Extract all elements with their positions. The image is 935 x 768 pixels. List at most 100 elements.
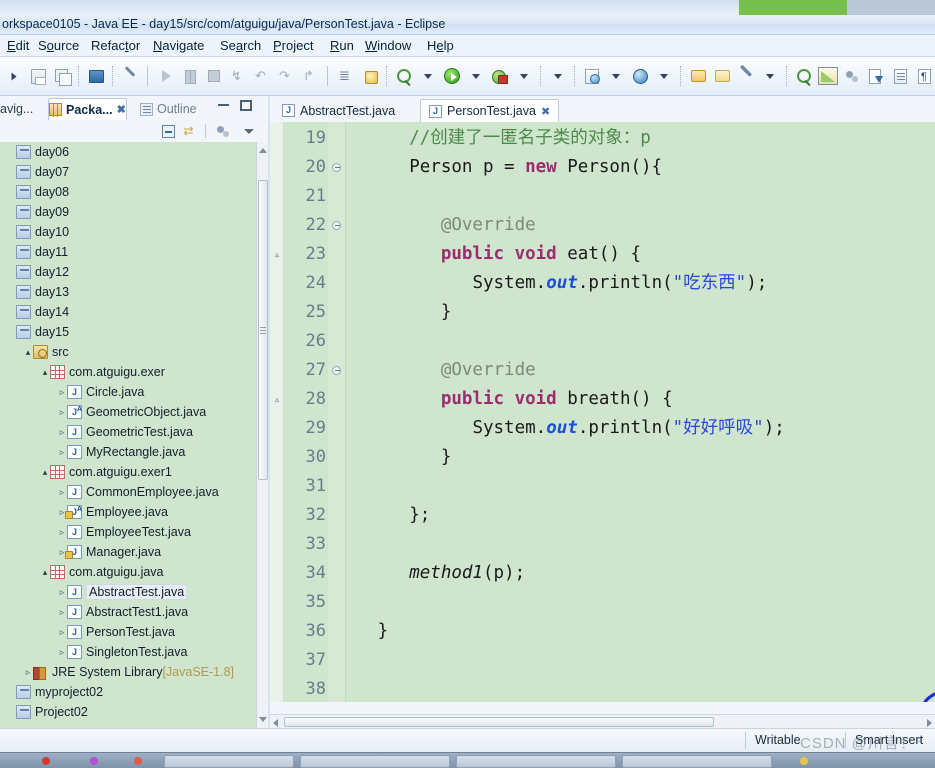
- tree-item-com-atguigu-exer[interactable]: ▴ com.atguigu.exer: [0, 362, 256, 382]
- taskbar-button-1[interactable]: [164, 755, 294, 768]
- tree-item-day14[interactable]: day14: [0, 302, 256, 322]
- taskbar-button-4[interactable]: [622, 755, 772, 768]
- tree-item-myrectangle-java[interactable]: ▹ J MyRectangle.java: [0, 442, 256, 462]
- ant-dropdown-icon[interactable]: [417, 63, 439, 89]
- collapse-arrow-icon[interactable]: ▹: [57, 447, 67, 458]
- collapse-arrow-icon[interactable]: ▹: [57, 627, 67, 638]
- open-type-icon[interactable]: ≣: [335, 63, 357, 89]
- save-all-icon[interactable]: [51, 63, 73, 89]
- step-over-icon[interactable]: ↶: [251, 63, 273, 89]
- scroll-right-icon[interactable]: [927, 719, 932, 727]
- java-perspective-icon[interactable]: [817, 63, 839, 89]
- taskbar-button-3[interactable]: [456, 755, 616, 768]
- menu-item-source[interactable]: Source: [35, 37, 82, 54]
- save-icon[interactable]: [27, 63, 49, 89]
- code-line[interactable]: }: [346, 443, 452, 472]
- close-icon[interactable]: ✖: [541, 105, 550, 118]
- pause-icon[interactable]: [179, 63, 201, 89]
- paragraph-icon[interactable]: ¶: [913, 63, 935, 89]
- editor-tab-persontest[interactable]: J PersonTest.java ✖: [420, 99, 560, 122]
- open-folder-icon[interactable]: [687, 63, 709, 89]
- debug-dropdown-icon[interactable]: [513, 63, 535, 89]
- tab-navigator[interactable]: avig...: [0, 98, 33, 120]
- code-line[interactable]: public void breath() {: [346, 385, 673, 414]
- pin-icon[interactable]: [793, 63, 815, 89]
- outline-doc-icon[interactable]: [889, 63, 911, 89]
- tree-item-com-atguigu-exer1[interactable]: ▴ com.atguigu.exer1: [0, 462, 256, 482]
- code-line[interactable]: method1(p);: [346, 559, 525, 588]
- new-java-project-dropdown-icon[interactable]: [605, 63, 627, 89]
- tree-item-day13[interactable]: day13: [0, 282, 256, 302]
- menu-item-refactor[interactable]: Refactor: [88, 37, 143, 54]
- search-icon[interactable]: [735, 63, 757, 89]
- collapse-arrow-icon[interactable]: ▹: [57, 487, 67, 498]
- menu-item-search[interactable]: Search: [217, 37, 264, 54]
- tree-item-src[interactable]: ▴ src: [0, 342, 256, 362]
- tree-item-geometricobject-java[interactable]: ▹J GeometricObject.java: [0, 402, 256, 422]
- menu-item-run[interactable]: Run: [327, 37, 357, 54]
- debug-icon[interactable]: [489, 63, 511, 89]
- maximize-icon[interactable]: [240, 100, 252, 111]
- hscroll-thumb[interactable]: [284, 717, 714, 727]
- collapse-arrow-icon[interactable]: ▹: [57, 587, 67, 598]
- tree-item-day08[interactable]: day08: [0, 182, 256, 202]
- code-line[interactable]: @Override: [346, 211, 536, 240]
- taskbar-icon-3[interactable]: [134, 757, 142, 765]
- tree-item-myproject02[interactable]: myproject02: [0, 682, 256, 702]
- tree-item-com-atguigu-java[interactable]: ▴ com.atguigu.java: [0, 562, 256, 582]
- scroll-down-icon[interactable]: [259, 717, 267, 722]
- expand-arrow-icon[interactable]: ▴: [40, 467, 50, 478]
- console-icon[interactable]: [85, 63, 107, 89]
- step-return-icon[interactable]: ↷: [275, 63, 297, 89]
- resume-icon[interactable]: [155, 63, 177, 89]
- external-tools-icon[interactable]: [359, 63, 381, 89]
- menu-item-window[interactable]: Window: [362, 37, 414, 54]
- folding-ruler[interactable]: [328, 122, 346, 702]
- toolbar-left-arrow-icon[interactable]: [3, 63, 25, 89]
- taskbar-icon-4[interactable]: [800, 757, 808, 765]
- collapse-arrow-icon[interactable]: ▹: [57, 607, 67, 618]
- tree-item-jre-system-library[interactable]: ▹ JRE System Library [JavaSE-1.8]: [0, 662, 256, 682]
- tree-scrollbar[interactable]: [256, 142, 268, 728]
- collapse-arrow-icon[interactable]: ▹: [57, 427, 67, 438]
- new-class-dropdown-icon[interactable]: [653, 63, 675, 89]
- drop-to-frame-icon[interactable]: ↱: [299, 63, 321, 89]
- taskbar-icon-1[interactable]: [42, 757, 50, 765]
- code-line[interactable]: Person p = new Person(){: [346, 153, 662, 182]
- menu-item-navigate[interactable]: Navigate: [150, 37, 207, 54]
- code-line[interactable]: }: [346, 298, 452, 327]
- step-into-icon[interactable]: ↯: [227, 63, 249, 89]
- override-marker-icon[interactable]: ▵: [271, 385, 283, 414]
- tree-item-employee-java[interactable]: ▹JEmployee.java: [0, 502, 256, 522]
- toggle-mark-occurrences-icon[interactable]: [841, 63, 863, 89]
- code-line[interactable]: System.out.println("吃东西");: [346, 269, 767, 298]
- tree-item-abstracttest-java[interactable]: ▹ J AbstractTest.java: [0, 582, 256, 602]
- scroll-thumb[interactable]: [258, 180, 268, 480]
- menu-item-edit[interactable]: Edit: [4, 37, 32, 54]
- tree-item-project02[interactable]: Project02: [0, 702, 256, 722]
- editor-horizontal-scrollbar[interactable]: [270, 714, 935, 728]
- view-menu-icon[interactable]: [240, 123, 257, 139]
- view-filter-icon[interactable]: [214, 123, 231, 139]
- scroll-up-icon[interactable]: [259, 148, 267, 153]
- code-line[interactable]: }: [346, 617, 389, 646]
- taskbar-icon-2[interactable]: [90, 757, 98, 765]
- close-icon[interactable]: ✖: [117, 103, 126, 116]
- menu-item-help[interactable]: Help: [424, 37, 457, 54]
- expand-arrow-icon[interactable]: ▴: [40, 367, 50, 378]
- tab-outline[interactable]: Outline: [140, 98, 197, 120]
- collapse-arrow-icon[interactable]: ▹: [57, 647, 67, 658]
- search-dropdown-icon[interactable]: [759, 63, 781, 89]
- code-editor[interactable]: ▵ ▵ 19 20 21 22 23 24 25 26 27 28 29 30 31 32 33 34 35 36 3…: [270, 122, 935, 702]
- link-with-editor-icon[interactable]: ⇄: [182, 123, 199, 139]
- ant-build-icon[interactable]: [393, 63, 415, 89]
- source-code[interactable]: //创建了一匿名子类的对象：p Person p = new Person(){…: [346, 122, 935, 702]
- collapse-all-icon[interactable]: [160, 123, 177, 139]
- fold-toggle-icon[interactable]: [330, 153, 342, 182]
- code-line[interactable]: System.out.println("好好呼吸");: [346, 414, 784, 443]
- override-marker-icon[interactable]: ▵: [271, 240, 283, 269]
- fold-toggle-icon[interactable]: [330, 356, 342, 385]
- tree-item-day07[interactable]: day07: [0, 162, 256, 182]
- tree-item-abstracttest1-java[interactable]: ▹ J AbstractTest1.java: [0, 602, 256, 622]
- new-java-project-icon[interactable]: [581, 63, 603, 89]
